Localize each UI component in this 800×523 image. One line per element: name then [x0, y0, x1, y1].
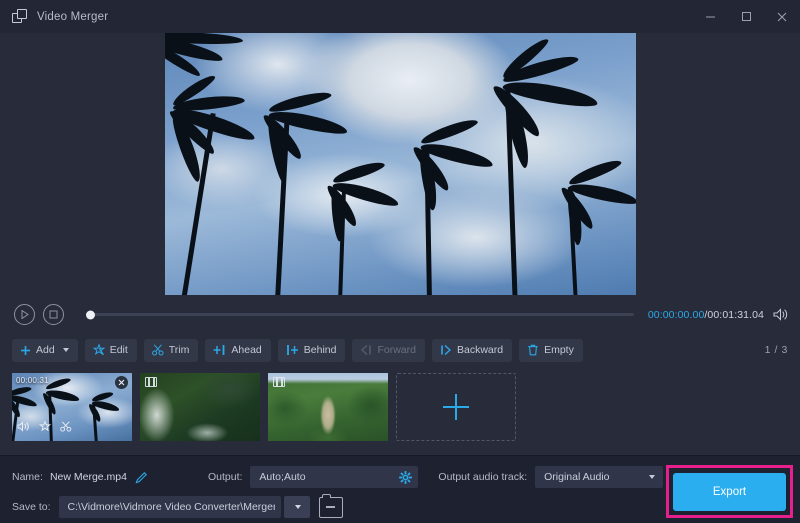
- output-label: Output:: [208, 471, 242, 483]
- move-backward-icon: [440, 344, 452, 356]
- empty-label: Empty: [544, 344, 574, 356]
- backward-button[interactable]: Backward: [432, 339, 512, 362]
- seek-handle[interactable]: [86, 310, 95, 319]
- add-clip-slot[interactable]: [396, 373, 516, 441]
- film-strip-icon: [273, 377, 285, 387]
- output-format-field[interactable]: Auto;Auto: [250, 466, 418, 488]
- chevron-down-icon[interactable]: [63, 348, 69, 352]
- insert-behind-icon: [286, 344, 299, 356]
- folder-icon[interactable]: [319, 497, 343, 518]
- close-icon[interactable]: [764, 0, 800, 33]
- clip-trim-icon[interactable]: [60, 419, 72, 437]
- ahead-label: Ahead: [231, 344, 261, 356]
- chevron-down-icon[interactable]: [649, 475, 655, 479]
- save-path-value: C:\Vidmore\Vidmore Video Converter\Merge…: [68, 501, 275, 513]
- stop-icon[interactable]: [43, 304, 64, 325]
- clip-thumbnail-1[interactable]: 00:00:31: [12, 373, 132, 441]
- trash-icon: [527, 344, 539, 356]
- export-button[interactable]: Export: [673, 473, 786, 511]
- clip-1-remove-icon[interactable]: [115, 376, 128, 389]
- current-time: 00:00:00.00: [648, 309, 705, 321]
- forward-label: Forward: [377, 344, 416, 356]
- plus-icon: [443, 394, 469, 420]
- audio-track-label: Output audio track:: [438, 471, 527, 483]
- save-to-label: Save to:: [12, 501, 51, 513]
- save-path-dropdown[interactable]: [284, 496, 310, 518]
- clip-1-tools: [17, 419, 72, 437]
- pencil-icon[interactable]: [135, 471, 148, 484]
- preview-area: [0, 33, 800, 295]
- window-title: Video Merger: [37, 11, 108, 23]
- backward-label: Backward: [457, 344, 503, 356]
- add-label: Add: [36, 344, 55, 356]
- app-logo-icon: [12, 9, 28, 25]
- time-display: 00:00:00.00/00:01:31.04: [648, 309, 764, 321]
- empty-button[interactable]: Empty: [519, 339, 583, 362]
- save-path-field[interactable]: C:\Vidmore\Vidmore Video Converter\Merge…: [59, 496, 281, 518]
- forward-button: Forward: [352, 339, 425, 362]
- chevron-down-icon: [295, 505, 301, 509]
- gear-icon[interactable]: [399, 471, 412, 484]
- move-forward-icon: [360, 344, 372, 356]
- speaker-icon[interactable]: [773, 308, 788, 321]
- edit-button[interactable]: Edit: [85, 339, 137, 362]
- behind-label: Behind: [304, 344, 337, 356]
- output-format-value: Auto;Auto: [259, 471, 399, 483]
- clip-thumbnail-3[interactable]: [268, 373, 388, 441]
- clip-audio-icon[interactable]: [17, 419, 30, 437]
- window-controls: [692, 0, 800, 33]
- audio-track-select[interactable]: Original Audio: [535, 466, 663, 488]
- clip-effect-icon[interactable]: [39, 419, 51, 437]
- total-time: 00:01:31.04: [707, 309, 764, 321]
- film-strip-icon: [145, 377, 157, 387]
- trim-label: Trim: [169, 344, 190, 356]
- video-merger-window: Video Merger: [0, 0, 800, 523]
- name-label: Name:: [12, 471, 43, 483]
- magic-wand-icon: [93, 344, 105, 356]
- clip-strip: 00:00:31: [0, 366, 800, 455]
- minimize-icon[interactable]: [692, 0, 728, 33]
- sky-background: [165, 33, 636, 295]
- page-indicator: 1 / 3: [765, 344, 788, 356]
- export-highlight: Export: [666, 465, 793, 518]
- clip-1-duration: 00:00:31: [16, 376, 49, 385]
- add-button[interactable]: Add: [12, 339, 78, 362]
- maximize-icon[interactable]: [728, 0, 764, 33]
- transport-bar: 00:00:00.00/00:01:31.04: [0, 295, 800, 334]
- clip-2-image: [140, 373, 260, 441]
- video-preview[interactable]: [165, 33, 636, 295]
- insert-ahead-icon: [213, 344, 226, 356]
- trim-button[interactable]: Trim: [144, 339, 199, 362]
- behind-button[interactable]: Behind: [278, 339, 346, 362]
- edit-label: Edit: [110, 344, 128, 356]
- clip-thumbnail-2[interactable]: [140, 373, 260, 441]
- clip-3-image: [268, 373, 388, 441]
- name-value: New Merge.mp4: [50, 471, 127, 483]
- audio-track-value: Original Audio: [544, 471, 636, 483]
- ahead-button[interactable]: Ahead: [205, 339, 270, 362]
- title-bar: Video Merger: [0, 0, 800, 33]
- scissors-icon: [152, 344, 164, 356]
- seek-slider[interactable]: [88, 313, 634, 316]
- editing-toolbar: Add Edit Trim: [0, 334, 800, 366]
- output-settings-bar: Name: New Merge.mp4 Output: Auto;Auto: [0, 455, 800, 523]
- play-icon[interactable]: [14, 304, 35, 325]
- plus-icon: [20, 345, 31, 356]
